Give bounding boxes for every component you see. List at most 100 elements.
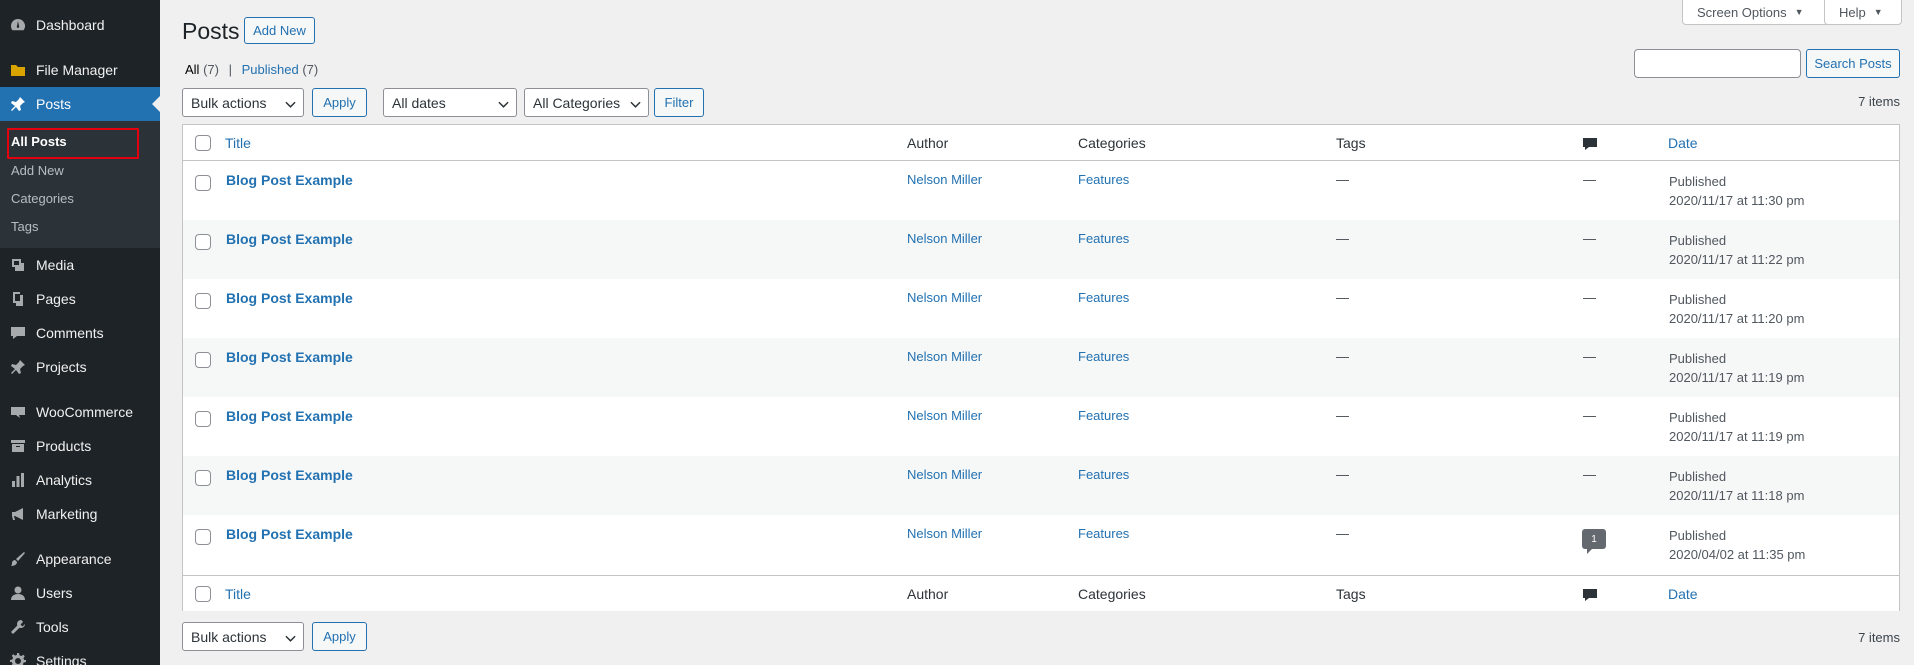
submenu-add-new[interactable]: Add New bbox=[11, 163, 64, 178]
category-link[interactable]: Features bbox=[1078, 231, 1129, 246]
date-cell: Published 2020/11/17 at 11:19 pm bbox=[1669, 349, 1804, 387]
menu-settings[interactable]: Settings bbox=[0, 644, 160, 665]
category-link[interactable]: Features bbox=[1078, 349, 1129, 364]
view-all[interactable]: All (7) bbox=[185, 62, 219, 77]
date-cell: Published 2020/11/17 at 11:30 pm bbox=[1669, 172, 1804, 210]
bulk-actions-select[interactable]: Bulk actions bbox=[182, 88, 304, 117]
menu-label: Tools bbox=[36, 619, 69, 635]
menu-projects[interactable]: Projects bbox=[0, 350, 160, 384]
search-posts-button[interactable]: Search Posts bbox=[1806, 49, 1900, 78]
tags-value: — bbox=[1336, 408, 1349, 423]
select-all-checkbox[interactable] bbox=[195, 135, 211, 151]
items-count-bottom: 7 items bbox=[1858, 630, 1900, 645]
chart-icon bbox=[10, 472, 26, 488]
row-checkbox[interactable] bbox=[195, 529, 211, 545]
row-checkbox[interactable] bbox=[195, 293, 211, 309]
menu-label: Appearance bbox=[36, 551, 112, 567]
row-checkbox[interactable] bbox=[195, 175, 211, 191]
menu-pages[interactable]: Pages bbox=[0, 282, 160, 316]
date-cell: Published 2020/11/17 at 11:22 pm bbox=[1669, 231, 1804, 269]
post-date: 2020/11/17 at 11:22 pm bbox=[1669, 252, 1805, 267]
category-link[interactable]: Features bbox=[1078, 290, 1129, 305]
category-link[interactable]: Features bbox=[1078, 467, 1129, 482]
column-tags-footer: Tags bbox=[1336, 586, 1366, 602]
column-date-sort[interactable]: Date bbox=[1668, 135, 1698, 151]
column-categories-footer: Categories bbox=[1078, 586, 1146, 602]
row-checkbox[interactable] bbox=[195, 234, 211, 250]
row-checkbox[interactable] bbox=[195, 470, 211, 486]
tags-value: — bbox=[1336, 526, 1349, 541]
comment-count-bubble[interactable]: 1 bbox=[1582, 529, 1606, 554]
chevron-down-icon bbox=[498, 97, 509, 108]
filter-button[interactable]: Filter bbox=[654, 88, 704, 117]
menu-file-manager[interactable]: File Manager bbox=[0, 53, 160, 87]
comments-value: — bbox=[1583, 467, 1596, 482]
submenu-categories[interactable]: Categories bbox=[11, 191, 74, 206]
post-title-link[interactable]: Blog Post Example bbox=[226, 290, 353, 306]
post-title-link[interactable]: Blog Post Example bbox=[226, 231, 353, 247]
menu-users[interactable]: Users bbox=[0, 576, 160, 610]
menu-posts[interactable]: Posts bbox=[0, 87, 160, 121]
bulk-actions-select-bottom[interactable]: Bulk actions bbox=[182, 622, 304, 651]
add-new-button[interactable]: Add New bbox=[244, 17, 315, 44]
column-title-sort[interactable]: Title bbox=[225, 135, 251, 151]
category-link[interactable]: Features bbox=[1078, 172, 1129, 187]
dates-select[interactable]: All dates bbox=[383, 88, 517, 117]
post-date: 2020/11/17 at 11:18 pm bbox=[1669, 488, 1805, 503]
author-link[interactable]: Nelson Miller bbox=[907, 231, 982, 246]
post-title-link[interactable]: Blog Post Example bbox=[226, 408, 353, 424]
column-tags: Tags bbox=[1336, 135, 1366, 151]
menu-label: File Manager bbox=[36, 62, 118, 78]
menu-dashboard[interactable]: Dashboard bbox=[0, 8, 160, 42]
menu-comments[interactable]: Comments bbox=[0, 316, 160, 350]
post-title-link[interactable]: Blog Post Example bbox=[226, 172, 353, 188]
menu-marketing[interactable]: Marketing bbox=[0, 497, 160, 531]
apply-button[interactable]: Apply bbox=[312, 88, 367, 117]
menu-analytics[interactable]: Analytics bbox=[0, 463, 160, 497]
table-row: Blog Post Example Nelson Miller Features… bbox=[183, 456, 1899, 515]
post-title-link[interactable]: Blog Post Example bbox=[226, 526, 353, 542]
categories-select[interactable]: All Categories bbox=[524, 88, 649, 117]
chevron-down-icon bbox=[630, 97, 641, 108]
view-published[interactable]: Published (7) bbox=[242, 62, 319, 77]
post-title-link[interactable]: Blog Post Example bbox=[226, 467, 353, 483]
comment-icon bbox=[10, 325, 26, 341]
comments-value: — bbox=[1583, 349, 1596, 364]
comments-column-icon[interactable] bbox=[1582, 587, 1598, 603]
menu-label: WooCommerce bbox=[36, 404, 133, 420]
post-date: 2020/04/02 at 11:35 pm bbox=[1669, 547, 1806, 562]
author-link[interactable]: Nelson Miller bbox=[907, 172, 982, 187]
column-date-sort-footer[interactable]: Date bbox=[1668, 586, 1698, 602]
search-input[interactable] bbox=[1634, 49, 1801, 78]
help-button[interactable]: Help ▼ bbox=[1824, 0, 1902, 25]
menu-appearance[interactable]: Appearance bbox=[0, 542, 160, 576]
select-all-checkbox-footer[interactable] bbox=[195, 586, 211, 602]
menu-woocommerce[interactable]: WooCommerce bbox=[0, 395, 160, 429]
caret-down-icon: ▼ bbox=[1873, 7, 1883, 17]
table-row: Blog Post Example Nelson Miller Features… bbox=[183, 515, 1899, 574]
post-title-link[interactable]: Blog Post Example bbox=[226, 349, 353, 365]
menu-media[interactable]: Media bbox=[0, 248, 160, 282]
author-link[interactable]: Nelson Miller bbox=[907, 290, 982, 305]
author-link[interactable]: Nelson Miller bbox=[907, 467, 982, 482]
submenu-tags[interactable]: Tags bbox=[11, 219, 38, 234]
page-title: Posts bbox=[182, 18, 240, 44]
column-title-sort-footer[interactable]: Title bbox=[225, 586, 251, 602]
author-link[interactable]: Nelson Miller bbox=[907, 408, 982, 423]
author-link[interactable]: Nelson Miller bbox=[907, 526, 982, 541]
category-link[interactable]: Features bbox=[1078, 408, 1129, 423]
comments-value: — bbox=[1583, 231, 1596, 246]
table-row: Blog Post Example Nelson Miller Features… bbox=[183, 279, 1899, 338]
menu-tools[interactable]: Tools bbox=[0, 610, 160, 644]
apply-button-bottom[interactable]: Apply bbox=[312, 622, 367, 651]
woo-icon bbox=[10, 404, 26, 420]
category-link[interactable]: Features bbox=[1078, 526, 1129, 541]
author-link[interactable]: Nelson Miller bbox=[907, 349, 982, 364]
row-checkbox[interactable] bbox=[195, 352, 211, 368]
menu-products[interactable]: Products bbox=[0, 429, 160, 463]
row-checkbox[interactable] bbox=[195, 411, 211, 427]
screen-options-button[interactable]: Screen Options ▼ bbox=[1682, 0, 1834, 25]
comments-column-icon[interactable] bbox=[1582, 136, 1598, 152]
table-header: Title Author Categories Tags Date bbox=[183, 125, 1899, 161]
tags-value: — bbox=[1336, 349, 1349, 364]
